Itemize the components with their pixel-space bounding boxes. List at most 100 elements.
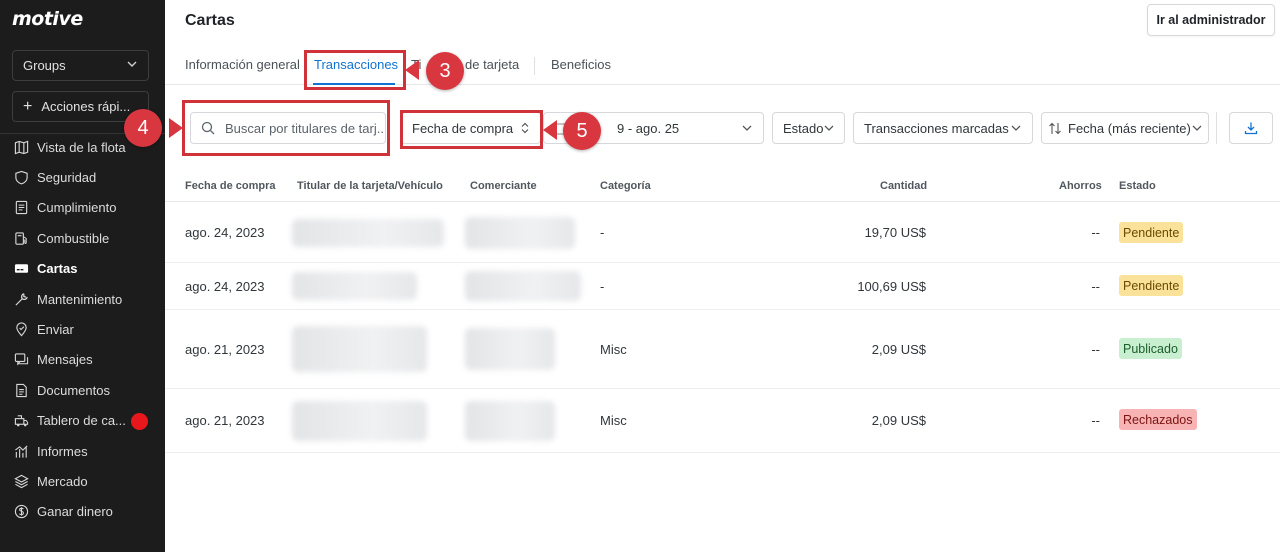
status-badge: Pendiente (1119, 275, 1184, 296)
sidebar-item-cards[interactable]: Cartas (0, 254, 165, 284)
status-filter-label: Estado (783, 120, 824, 136)
annotation-arrow-4 (169, 118, 183, 138)
redacted-cardholder (292, 326, 427, 372)
clipboard-icon (13, 200, 29, 216)
purchase-date: ago. 21, 2023 (185, 342, 265, 357)
chevron-down-icon (1191, 122, 1203, 134)
col-category[interactable]: Categoría (600, 180, 651, 192)
card-icon (13, 261, 29, 277)
sidebar-item-label: Cartas (37, 261, 78, 277)
chat-icon (13, 352, 29, 368)
annotation-arrow-5 (543, 120, 557, 140)
motive-logo[interactable]: motive (12, 8, 83, 30)
sidebar-item-maintenance[interactable]: Mantenimiento (0, 284, 165, 314)
cargo-icon (13, 413, 29, 429)
sort-select[interactable]: Fecha (más reciente) (1041, 112, 1209, 144)
wrench-icon (13, 291, 29, 307)
chevron-down-icon (1010, 122, 1022, 134)
notification-badge (131, 412, 148, 430)
col-status[interactable]: Estado (1119, 180, 1156, 192)
category: Misc (600, 413, 627, 428)
main-content: Cartas Ir al administrador Información g… (124, 0, 1280, 552)
sort-arrows-icon (1048, 122, 1062, 135)
amount: 100,69 US$ (857, 279, 926, 294)
redacted-merchant (465, 401, 555, 441)
plus-icon: + (23, 97, 33, 115)
tab-card-types-end[interactable]: de tarjeta (465, 57, 519, 72)
sidebar-item-dispatch[interactable]: Enviar (0, 314, 165, 344)
sidebar-item-label: Tablero de ca... (37, 413, 126, 429)
savings: -- (1091, 225, 1100, 240)
annotation-marker-4: 4 (124, 109, 162, 147)
fuel-icon (13, 230, 29, 246)
sidebar-item-load-board[interactable]: Tablero de ca... (0, 406, 165, 436)
amount: 2,09 US$ (871, 413, 926, 428)
shield-icon (13, 170, 29, 186)
table-row[interactable]: ago. 21, 2023 Misc 2,09 US$ -- Rechazado… (165, 389, 1280, 453)
sidebar-item-messages[interactable]: Mensajes (0, 345, 165, 375)
tab-divider (534, 57, 535, 75)
col-cardholder-vehicle[interactable]: Titular de la tarjeta/Vehículo (297, 180, 443, 192)
redacted-merchant (465, 217, 575, 249)
col-purchase-date[interactable]: Fecha de compra (185, 180, 275, 192)
purchase-date: ago. 24, 2023 (185, 279, 265, 294)
category: - (600, 225, 605, 240)
sidebar-item-label: Ganar dinero (37, 504, 113, 520)
sidebar-item-label: Seguridad (37, 170, 97, 186)
page-title: Cartas (185, 12, 235, 29)
redacted-cardholder (292, 219, 444, 247)
chevron-down-icon (126, 58, 138, 73)
sidebar-item-safety[interactable]: Seguridad (0, 162, 165, 192)
date-range-value: 9 - ago. 25 (617, 120, 680, 136)
sidebar-item-label: Informes (37, 443, 88, 459)
col-merchant[interactable]: Comerciante (470, 180, 537, 192)
map-icon (13, 139, 29, 155)
download-button[interactable] (1229, 112, 1273, 144)
groups-select[interactable]: Groups (12, 50, 149, 81)
sidebar-item-label: Documentos (37, 382, 110, 398)
table-row[interactable]: ago. 24, 2023 - 19,70 US$ -- Pendiente (165, 203, 1280, 263)
sidebar-item-label: Cumplimiento (37, 200, 117, 216)
amount: 19,70 US$ (864, 225, 926, 240)
sidebar-nav: Vista de la flota Seguridad Cumplimiento… (0, 132, 165, 527)
purchase-date: ago. 24, 2023 (185, 225, 265, 240)
sidebar-item-label: Vista de la flota (37, 139, 126, 155)
sidebar-item-label: Mercado (37, 473, 88, 489)
flagged-filter-label: Transacciones marcadas (864, 120, 1009, 136)
tab-benefits[interactable]: Beneficios (551, 57, 611, 72)
table-row[interactable]: ago. 24, 2023 - 100,69 US$ -- Pendiente (165, 263, 1280, 310)
sidebar: motive Groups + Acciones rápi... Vista d… (0, 0, 165, 552)
sidebar-item-label: Mensajes (37, 352, 93, 368)
redacted-cardholder (292, 401, 427, 441)
sidebar-item-marketplace[interactable]: Mercado (0, 466, 165, 496)
category: Misc (600, 342, 627, 357)
savings: -- (1091, 279, 1100, 294)
annotation-box-5 (400, 110, 543, 149)
table-row[interactable]: ago. 21, 2023 Misc 2,09 US$ -- Publicado (165, 310, 1280, 389)
sidebar-item-label: Enviar (37, 322, 74, 338)
table-header: Fecha de compra Titular de la tarjeta/Ve… (165, 172, 1280, 202)
annotation-marker-3: 3 (426, 52, 464, 90)
status-badge: Rechazados (1119, 409, 1197, 430)
col-amount[interactable]: Cantidad (880, 180, 927, 192)
annotation-arrow-3 (405, 60, 419, 80)
sidebar-item-reports[interactable]: Informes (0, 436, 165, 466)
redacted-cardholder (292, 272, 417, 300)
dollar-icon (13, 504, 29, 520)
groups-label: Groups (23, 58, 66, 73)
location-icon (13, 322, 29, 338)
tab-overview[interactable]: Información general (185, 57, 300, 72)
sidebar-item-earn-money[interactable]: Ganar dinero (0, 497, 165, 527)
go-to-admin-button[interactable]: Ir al administrador (1147, 4, 1275, 36)
sidebar-item-compliance[interactable]: Cumplimiento (0, 193, 165, 223)
sidebar-item-label: Combustible (37, 230, 110, 246)
sidebar-item-fuel[interactable]: Combustible (0, 223, 165, 253)
app-window: motive Groups + Acciones rápi... Vista d… (0, 0, 1280, 552)
flagged-transactions-filter[interactable]: Transacciones marcadas (853, 112, 1033, 144)
sidebar-item-documents[interactable]: Documentos (0, 375, 165, 405)
sort-label: Fecha (más reciente) (1068, 120, 1191, 136)
sidebar-item-label: Mantenimiento (37, 291, 123, 307)
annotation-box-4 (182, 100, 390, 156)
status-filter[interactable]: Estado (772, 112, 845, 144)
col-savings[interactable]: Ahorros (1059, 180, 1102, 192)
